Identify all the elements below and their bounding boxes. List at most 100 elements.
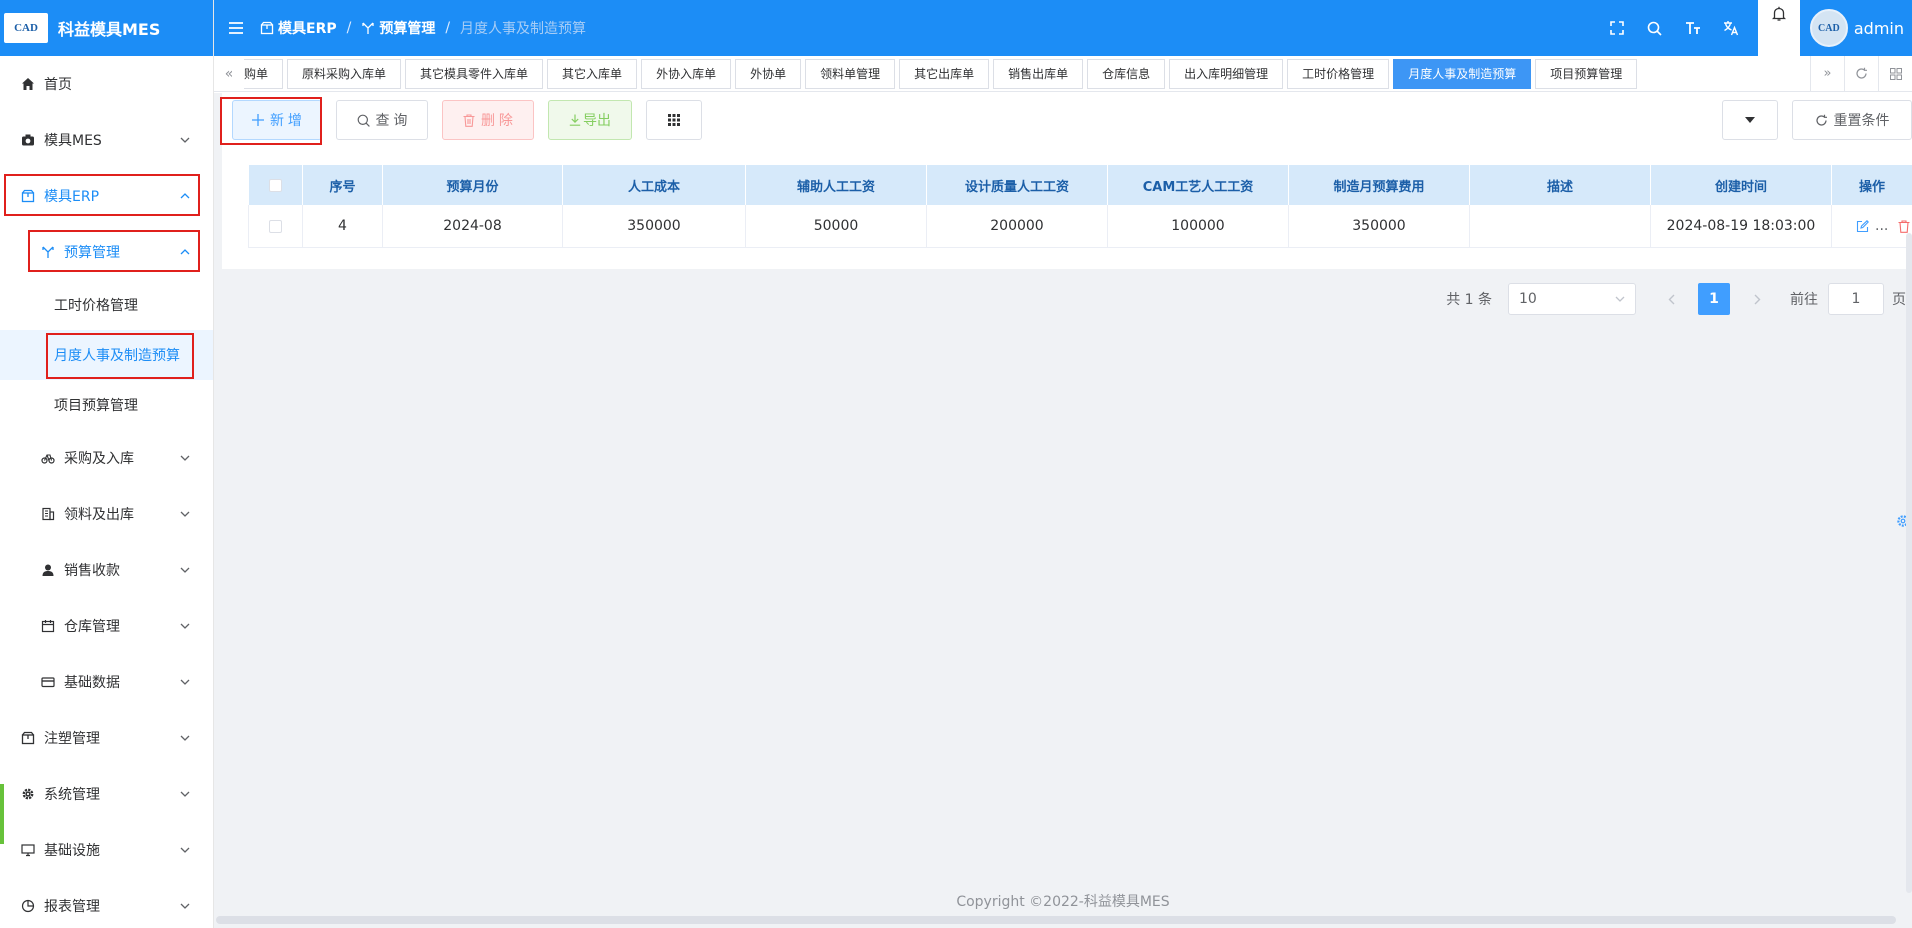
trash-icon[interactable] bbox=[1898, 219, 1910, 233]
plus-icon bbox=[252, 114, 265, 126]
tab-outsource-inbound[interactable]: 外协入库单 bbox=[641, 58, 732, 89]
tab-raw-material-inbound[interactable]: 原料采购入库单 bbox=[287, 58, 402, 89]
select-all-cell[interactable] bbox=[248, 165, 303, 205]
column-header: 辅助人工工资 bbox=[745, 165, 927, 205]
logo[interactable]: CAD 科益模具MES bbox=[0, 0, 213, 56]
sidebar-item-label: 领料及出库 bbox=[64, 507, 134, 523]
tab-inout-detail[interactable]: 出入库明细管理 bbox=[1169, 58, 1284, 89]
tab-purchase-order[interactable]: 购单 bbox=[244, 58, 284, 89]
tabs-scroll-right-icon[interactable]: » bbox=[1810, 55, 1844, 92]
delete-button[interactable]: 删 除 bbox=[442, 100, 534, 140]
vertical-scrollbar[interactable] bbox=[1906, 233, 1912, 893]
fullscreen-icon[interactable] bbox=[1598, 0, 1636, 56]
sidebar-item-label: 基础设施 bbox=[44, 843, 100, 859]
chevron-down-icon bbox=[179, 844, 191, 856]
reset-conditions-button[interactable]: 重置条件 bbox=[1792, 100, 1912, 140]
edit-icon[interactable] bbox=[1856, 219, 1869, 233]
tab-other-outbound[interactable]: 其它出库单 bbox=[899, 58, 990, 89]
breadcrumb-item[interactable]: 模具ERP bbox=[278, 18, 337, 38]
breadcrumb-separator: / bbox=[445, 20, 451, 36]
sidebar-item-injection[interactable]: 注塑管理 bbox=[0, 710, 213, 766]
pagination-total: 共 1 条 bbox=[1446, 292, 1492, 308]
camera-icon bbox=[20, 132, 36, 148]
select-all-checkbox[interactable] bbox=[268, 178, 282, 192]
tab-outsource-order[interactable]: 外协单 bbox=[735, 58, 802, 89]
sidebar-item-home[interactable]: 首页 bbox=[0, 56, 213, 112]
sidebar-item-infrastructure[interactable]: 基础设施 bbox=[0, 822, 213, 878]
sidebar-item-monthly-budget[interactable]: 月度人事及制造预算 bbox=[0, 330, 213, 380]
breadcrumb-item[interactable]: 预算管理 bbox=[379, 18, 435, 38]
sidebar-item-system[interactable]: 系统管理 bbox=[0, 766, 213, 822]
page-number-current[interactable]: 1 bbox=[1698, 283, 1730, 315]
sidebar-item-warehouse[interactable]: 仓库管理 bbox=[0, 598, 213, 654]
export-button-label: 导出 bbox=[583, 112, 611, 128]
tab-other-inbound[interactable]: 其它入库单 bbox=[547, 58, 638, 89]
sidebar-item-hour-price[interactable]: 工时价格管理 bbox=[0, 280, 213, 330]
sidebar-item-project-budget[interactable]: 项目预算管理 bbox=[0, 380, 213, 430]
tab-monthly-budget[interactable]: 月度人事及制造预算 bbox=[1393, 58, 1532, 89]
horizontal-scrollbar[interactable] bbox=[216, 916, 1896, 924]
table-row[interactable]: 4 2024-08 350000 50000 200000 100000 350… bbox=[248, 205, 1912, 248]
right-tools: 重置条件 bbox=[1722, 100, 1912, 140]
more-actions[interactable]: ... bbox=[1875, 218, 1888, 234]
toolbar: 新 增 查 询 删 除 导出 bbox=[232, 100, 716, 140]
translate-icon[interactable] bbox=[1712, 0, 1750, 56]
prev-page-icon[interactable] bbox=[1656, 283, 1686, 315]
column-header: 操作 bbox=[1831, 165, 1912, 205]
tab-hour-price[interactable]: 工时价格管理 bbox=[1287, 58, 1390, 89]
grid-menu-icon[interactable] bbox=[1878, 55, 1912, 92]
dropdown-button[interactable] bbox=[1722, 100, 1778, 140]
sidebar-item-basic-data[interactable]: 基础数据 bbox=[0, 654, 213, 710]
goto-page-input[interactable]: 1 bbox=[1828, 283, 1884, 315]
tabs-scroll-left-icon[interactable]: « bbox=[214, 56, 244, 92]
hamburger-icon[interactable] bbox=[226, 22, 246, 34]
query-button[interactable]: 查 询 bbox=[336, 100, 428, 140]
sidebar-item-reports[interactable]: 报表管理 bbox=[0, 878, 213, 928]
breadcrumb: 模具ERP / 预算管理 / 月度人事及制造预算 bbox=[260, 18, 586, 38]
sidebar-item-budget[interactable]: 预算管理 bbox=[0, 224, 213, 280]
tab-warehouse-info[interactable]: 仓库信息 bbox=[1087, 58, 1166, 89]
sidebar-item-label: 项目预算管理 bbox=[54, 398, 138, 414]
monitor-icon bbox=[20, 842, 36, 858]
notification-button[interactable] bbox=[1757, 0, 1800, 56]
column-header: 制造月预算费用 bbox=[1288, 165, 1470, 205]
tab-picking-order[interactable]: 领料单管理 bbox=[805, 58, 896, 89]
sidebar: CAD 科益模具MES 首页 模具MES 模具ERP 预算管理 工时价格管理 月… bbox=[0, 0, 214, 928]
home-icon bbox=[20, 76, 36, 92]
refresh-icon[interactable] bbox=[1844, 55, 1878, 92]
refresh-icon bbox=[1815, 114, 1828, 127]
tab-project-budget[interactable]: 项目预算管理 bbox=[1535, 58, 1638, 89]
row-select-cell[interactable] bbox=[248, 205, 303, 248]
avatar[interactable]: CAD bbox=[1809, 9, 1848, 47]
main-content: 新 增 查 询 删 除 导出 重置条件 序号 预算月份 人工成本 辅助人工工资 … bbox=[214, 93, 1912, 928]
page-size-value: 10 bbox=[1519, 291, 1537, 307]
sidebar-item-label: 采购及入库 bbox=[64, 451, 134, 467]
sidebar-item-label: 月度人事及制造预算 bbox=[54, 348, 180, 364]
font-size-icon[interactable] bbox=[1674, 0, 1712, 56]
sidebar-item-label: 基础数据 bbox=[64, 675, 120, 691]
budget-icon bbox=[361, 21, 375, 35]
query-button-label: 查 询 bbox=[375, 112, 408, 128]
page-size-select[interactable]: 10 bbox=[1508, 283, 1636, 315]
column-settings-button[interactable] bbox=[646, 100, 702, 140]
sidebar-item-picking[interactable]: 领料及出库 bbox=[0, 486, 213, 542]
sidebar-item-mold-erp[interactable]: 模具ERP bbox=[0, 168, 213, 224]
row-checkbox[interactable] bbox=[269, 219, 282, 233]
sidebar-item-sales[interactable]: 销售收款 bbox=[0, 542, 213, 598]
sidebar-item-purchase[interactable]: 采购及入库 bbox=[0, 430, 213, 486]
next-page-icon[interactable] bbox=[1742, 283, 1772, 315]
chevron-down-icon bbox=[179, 564, 191, 576]
tab-sales-outbound[interactable]: 销售出库单 bbox=[993, 58, 1084, 89]
export-button[interactable]: 导出 bbox=[548, 100, 632, 140]
user-icon bbox=[40, 562, 56, 578]
tab-other-mold-parts-inbound[interactable]: 其它模具零件入库单 bbox=[405, 58, 544, 89]
chevron-down-icon bbox=[179, 788, 191, 800]
search-icon[interactable] bbox=[1636, 0, 1674, 56]
sidebar-item-label: 预算管理 bbox=[64, 245, 120, 261]
row-actions: ... bbox=[1832, 205, 1912, 247]
username[interactable]: admin bbox=[1854, 19, 1904, 38]
sidebar-item-label: 销售收款 bbox=[64, 563, 120, 579]
sidebar-item-mold-mes[interactable]: 模具MES bbox=[0, 112, 213, 168]
add-button[interactable]: 新 增 bbox=[232, 100, 322, 140]
chevron-down-icon bbox=[179, 134, 191, 146]
